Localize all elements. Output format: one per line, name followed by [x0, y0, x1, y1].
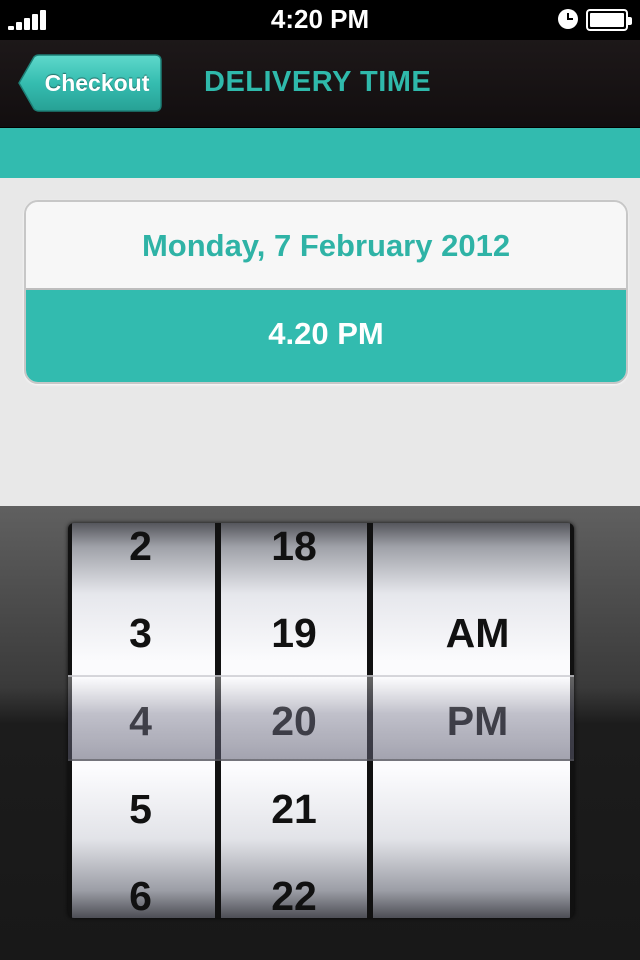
alarm-icon: [558, 9, 578, 29]
minute-option[interactable]: 19: [221, 610, 367, 656]
battery-icon: [586, 9, 632, 31]
hour-option[interactable]: 2: [72, 523, 215, 569]
time-picker: 2 3 4 5 6 18 19 20 21 22 AM PM: [68, 523, 574, 918]
delivery-date-row[interactable]: Monday, 7 February 2012: [26, 202, 626, 290]
ampm-wheel[interactable]: AM PM: [373, 523, 570, 918]
minute-option[interactable]: 18: [221, 523, 367, 569]
accent-strip: [0, 128, 640, 178]
hour-wheel[interactable]: 2 3 4 5 6: [72, 523, 215, 918]
minute-option[interactable]: 22: [221, 873, 367, 918]
status-time: 4:20 PM: [270, 4, 370, 34]
pm-option-selected[interactable]: PM: [373, 698, 570, 744]
hour-option-selected[interactable]: 4: [72, 698, 215, 744]
page-title: DELIVERY TIME: [204, 66, 432, 98]
am-option[interactable]: AM: [373, 610, 570, 656]
content-area: Monday, 7 February 2012 4.20 PM: [0, 178, 640, 506]
hour-option[interactable]: 6: [72, 873, 215, 918]
checkout-back-label: Checkout: [44, 70, 150, 96]
minute-wheel[interactable]: 18 19 20 21 22: [221, 523, 367, 918]
delivery-time-row[interactable]: 4.20 PM: [26, 290, 626, 382]
hour-option[interactable]: 3: [72, 610, 215, 656]
checkout-back-button[interactable]: Checkout: [18, 54, 162, 112]
status-bar: 4:20 PM: [0, 0, 640, 40]
navigation-bar: Checkout DELIVERY TIME: [0, 40, 640, 128]
hour-option[interactable]: 5: [72, 786, 215, 832]
delivery-summary-card: Monday, 7 February 2012 4.20 PM: [24, 200, 628, 384]
minute-option[interactable]: 21: [221, 786, 367, 832]
minute-option-selected[interactable]: 20: [221, 698, 367, 744]
time-picker-area: 2 3 4 5 6 18 19 20 21 22 AM PM: [0, 506, 640, 960]
